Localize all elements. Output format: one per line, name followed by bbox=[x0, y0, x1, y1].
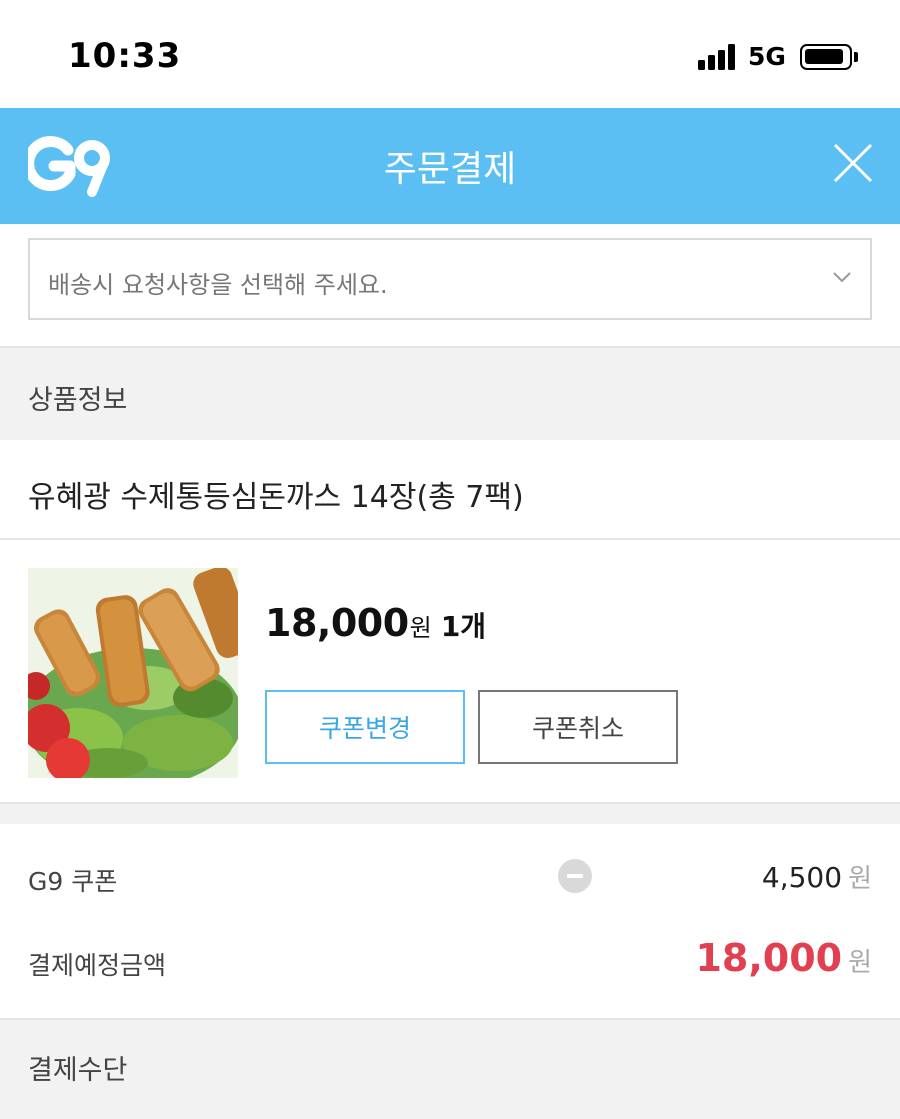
status-time: 10:33 bbox=[68, 36, 182, 76]
battery-icon bbox=[800, 44, 852, 70]
product-quantity: 1개 bbox=[440, 610, 487, 643]
product-section-header bbox=[0, 348, 900, 440]
close-icon[interactable] bbox=[830, 140, 876, 186]
payment-section-label: 결제수단 bbox=[28, 1055, 128, 1086]
product-name: 유혜광 수제통등심돈까스 14장(총 7팩) bbox=[28, 480, 524, 515]
battery-cap bbox=[854, 52, 858, 62]
delivery-request-select[interactable]: 배송시 요청사항을 선택해 주세요. bbox=[28, 238, 872, 320]
coupon-amount: 4,500 원 bbox=[762, 858, 872, 895]
price-line: 18,000원 1개 bbox=[265, 601, 486, 645]
network-label: 5G bbox=[748, 42, 786, 71]
payment-section-header bbox=[0, 1020, 900, 1119]
coupon-cancel-button[interactable]: 쿠폰취소 bbox=[478, 690, 678, 764]
total-label: 결제예정금액 bbox=[28, 951, 167, 980]
coupon-amount-unit: 원 bbox=[848, 864, 872, 894]
product-price: 18,000 bbox=[265, 601, 409, 645]
delivery-request-placeholder: 배송시 요청사항을 선택해 주세요. bbox=[48, 271, 388, 299]
g9-coupon-label: G9 쿠폰 bbox=[28, 867, 118, 896]
status-bar: 10:33 5G bbox=[0, 0, 900, 108]
section-gap bbox=[0, 804, 900, 824]
page-title: 주문결제 bbox=[383, 149, 517, 190]
product-image bbox=[28, 568, 238, 778]
total-amount-value: 18,000 bbox=[695, 936, 843, 980]
signal-icon bbox=[698, 44, 738, 70]
chevron-down-icon bbox=[833, 272, 851, 283]
divider bbox=[0, 538, 900, 540]
price-unit: 원 bbox=[409, 614, 432, 642]
coupon-change-button[interactable]: 쿠폰변경 bbox=[265, 690, 465, 764]
total-amount-unit: 원 bbox=[848, 948, 872, 978]
total-amount: 18,000 원 bbox=[695, 936, 872, 980]
minus-circle-icon[interactable] bbox=[558, 859, 592, 893]
coupon-amount-value: 4,500 bbox=[761, 861, 843, 894]
product-section-label: 상품정보 bbox=[28, 385, 128, 416]
